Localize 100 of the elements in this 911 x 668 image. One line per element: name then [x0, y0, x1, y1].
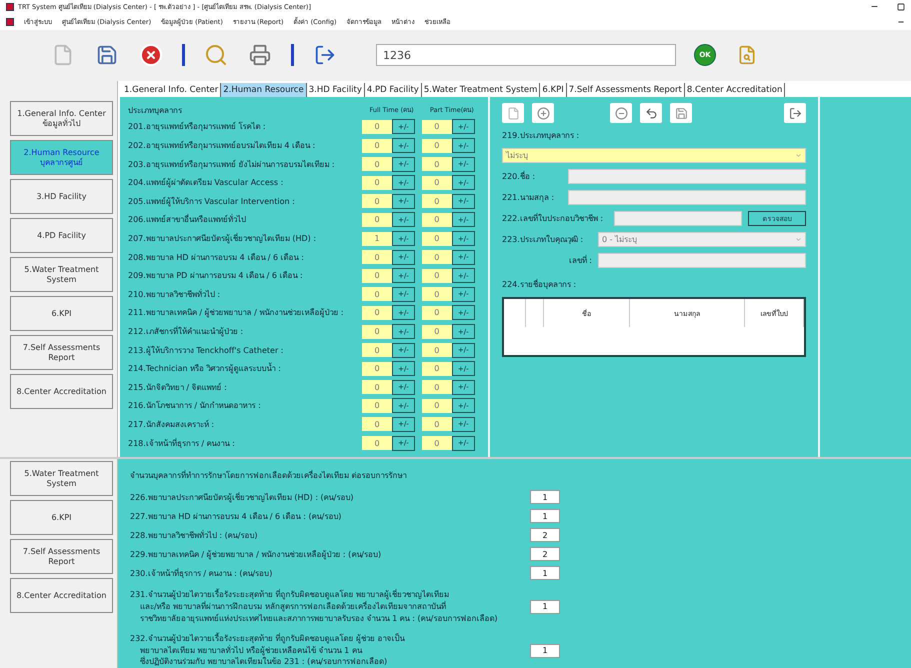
field-label: 221.นามสกุล :: [502, 192, 556, 204]
count-field[interactable]: 0: [362, 120, 392, 134]
field-label: 208.พยาบาล HD ผ่านการอบรม 4 เดือน / 6 เดือน :: [128, 252, 305, 264]
sidebar-item[interactable]: 4.PD Facility: [10, 218, 113, 254]
count-field[interactable]: 0: [422, 287, 452, 302]
count-field[interactable]: 0: [362, 287, 392, 302]
qualification-select[interactable]: 0 - ไม่ระบุ: [598, 232, 806, 248]
count-field[interactable]: 0: [422, 380, 452, 394]
count-field[interactable]: 0: [422, 138, 452, 153]
field-label: 228.พยาบาลวิชาชีพทั่วไป : (คน/รอบ): [130, 530, 259, 542]
count-field[interactable]: 0: [422, 436, 452, 450]
sidebar-item[interactable]: 3.HD Facility: [10, 179, 113, 214]
field-label: 207.พยาบาลประกาศนียบัตรผู้เชี่ยวชาญไตเทียม (HD) :: [128, 232, 318, 246]
count-field[interactable]: 1: [530, 600, 560, 614]
license-field[interactable]: [614, 211, 742, 226]
field-label: 229.พยาบาลเทคนิค / ผู้ช่วยพยาบาล / พนักงานช่วยเหลือผู้ป่วย : (คน/รอบ): [130, 548, 382, 560]
count-field[interactable]: 0: [362, 157, 392, 172]
count-field[interactable]: 0: [422, 194, 452, 208]
field-label: 227.พยาบาล HD ผ่านการอบรม 4 เดือน / 6 เดือน : (คน/รอบ): [130, 510, 342, 522]
count-field[interactable]: 0: [362, 306, 392, 320]
sidebar-item[interactable]: 5.Water Treatment System: [10, 461, 113, 496]
field-label: 201.อายุรแพทย์หรือกุมารแพทย์ โรคไต :: [128, 120, 267, 134]
sidebar-item[interactable]: 8.Center Accreditation: [10, 578, 113, 614]
count-field[interactable]: 1: [530, 509, 560, 524]
undo-icon[interactable]: [640, 103, 662, 124]
count-field[interactable]: 0: [422, 324, 452, 339]
sidebar-item[interactable]: 5.Water Treatment System: [10, 257, 113, 292]
tab[interactable]: 2.Human Resource: [221, 83, 307, 98]
count-field[interactable]: 0: [362, 398, 392, 413]
first-name-field[interactable]: [568, 169, 806, 184]
count-field[interactable]: 0: [362, 380, 392, 394]
field-label: 218.เจ้าหน้าที่ธุรการ / คนงาน :: [128, 437, 236, 450]
field-label: 217.นักสังคมสงเคราะห์ :: [128, 418, 216, 431]
search-field[interactable]: 1236: [376, 44, 676, 66]
count-field[interactable]: 0: [362, 362, 392, 376]
field-label: 214.Technician หรือ วิศวกรผู้ดูแลระบบน้ำ :: [128, 362, 282, 376]
count-field[interactable]: 0: [422, 398, 452, 413]
last-name-field[interactable]: [568, 190, 806, 206]
field-label: 231.จำนวนผู้ป่วยไตวายเรื้อรังระยะสุดท้าย ที่ถูกรับผิดชอบดูแลโดย พยาบาลผู้เชี่ยวชาญไตเทียม และ/หรือ พยาบาลที่ผ่านการฝึกอบรม หลักสูตรการฟอกเลือดด้วยเครื่องไตเทียมจากสถาบันที่ ราชวิทยาลัยอายุรแพทย์แห่งประเทศไทยและสภาการพยาบาลรับรอง จำนวน 1 คน : (คน/รอบการฟอกเลือด): [130, 589, 498, 624]
number-field[interactable]: [598, 253, 806, 268]
count-field[interactable]: 1: [530, 490, 560, 504]
count-field[interactable]: 0: [422, 250, 452, 264]
sidebar-item[interactable]: 7.Self Assessments Report: [10, 335, 113, 370]
count-field[interactable]: 0: [362, 343, 392, 358]
count-field[interactable]: 0: [422, 417, 452, 432]
count-field[interactable]: 0: [422, 232, 452, 246]
staff-type-select[interactable]: ไม่ระบุ: [502, 148, 806, 164]
sidebar-item[interactable]: 7.Self Assessments Report: [10, 539, 113, 574]
field-label: เลขที่ :: [568, 254, 592, 268]
close-icon[interactable]: [138, 42, 164, 68]
field-label: 209.พยาบาล PD ผ่านการอบรม 4 เดือน / 6 เดือน :: [128, 270, 304, 282]
count-field[interactable]: 0: [362, 138, 392, 153]
field-label: 212.เภสัชกรที่ให้คำแนะนำผู้ป่วย :: [128, 325, 244, 338]
sidebar-item[interactable]: 1.General Info. Center ข้อมูลทั่วไป: [10, 101, 113, 136]
count-field[interactable]: 0: [362, 436, 392, 450]
field-label: 219.ประเภทบุคลากร :: [502, 130, 580, 142]
field-label: 205.แพทย์ผู้ให้บริการ Vascular Intervention :: [128, 196, 296, 208]
field-label: 213.ผู้ให้บริการวาง Tenckhoff's Catheter :: [128, 344, 284, 357]
field-label: 230.เจ้าหน้าที่ธุรการ / คนงาน : (คน/รอบ): [130, 568, 274, 580]
count-field[interactable]: 1: [530, 644, 560, 658]
section-heading: จำนวนบุคลากรที่ทำการรักษาโดยการฟอกเลือดด้วยเครื่องไตเทียม ต่อรอบการรักษา: [130, 469, 408, 482]
count-field[interactable]: 1: [530, 566, 560, 580]
exit-icon[interactable]: [784, 103, 806, 124]
sidebar-item[interactable]: 8.Center Accreditation: [10, 374, 113, 410]
field-label: 203.อายุรแพทย์หรือกุมารแพทย์ ยังไม่ผ่านการอบรมไตเทียม :: [128, 158, 336, 171]
count-field[interactable]: 0: [362, 417, 392, 432]
maximize-icon[interactable]: [897, 2, 905, 11]
count-field[interactable]: 0: [362, 176, 392, 190]
count-field[interactable]: 0: [422, 343, 452, 358]
count-field[interactable]: 0: [422, 120, 452, 134]
count-field[interactable]: 1: [362, 232, 392, 246]
count-field[interactable]: 0: [362, 194, 392, 208]
count-field[interactable]: 0: [422, 306, 452, 320]
field-label: 206.แพทย์สาขาอื่นหรือแพทย์ทั่วไป: [128, 213, 247, 226]
count-field[interactable]: 0: [422, 212, 452, 227]
sidebar-item[interactable]: 6.KPI: [10, 500, 113, 536]
section-heading: ประเภทบุคลากร: [128, 104, 183, 117]
add-icon[interactable]: [532, 103, 554, 124]
field-label: 215.นักจิตวิทยา / จิตแพทย์ :: [128, 382, 228, 394]
count-field[interactable]: 2: [530, 528, 560, 542]
remove-icon[interactable]: [610, 103, 632, 124]
field-label: 223.ประเภทใบคุณวุฒิ :: [502, 234, 584, 246]
sidebar-item[interactable]: 2.Human Resource บุคลากรศูนย์: [10, 140, 113, 176]
count-field[interactable]: 2: [530, 547, 560, 562]
count-field[interactable]: 0: [362, 250, 392, 264]
save-icon[interactable]: [670, 103, 692, 124]
field-label: 226.พยาบาลประกาศนียบัตรผู้เชี่ยวชาญไตเทียม (HD) : (คน/รอบ): [130, 492, 354, 504]
field-label: 216.นักโภชนาการ / นักกำหนดอาหาร :: [128, 400, 262, 412]
count-field[interactable]: 0: [362, 324, 392, 339]
count-field[interactable]: 0: [362, 212, 392, 227]
count-field[interactable]: 0: [422, 157, 452, 172]
field-label: 224.รายชื่อบุคลากร :: [502, 278, 578, 292]
sidebar-item[interactable]: 6.KPI: [10, 296, 113, 332]
field-label: 210.พยาบาลวิชาชีพทั่วไป :: [128, 288, 222, 301]
field-label: 202.อายุรแพทย์หรือกุมารแพทย์อบรมไตเทียม 4 เดือน :: [128, 140, 316, 152]
count-field[interactable]: 0: [362, 268, 392, 283]
new-file-icon[interactable]: [502, 103, 524, 124]
count-field[interactable]: 0: [422, 268, 452, 283]
count-field[interactable]: 0: [422, 176, 452, 190]
count-field[interactable]: 0: [422, 362, 452, 376]
